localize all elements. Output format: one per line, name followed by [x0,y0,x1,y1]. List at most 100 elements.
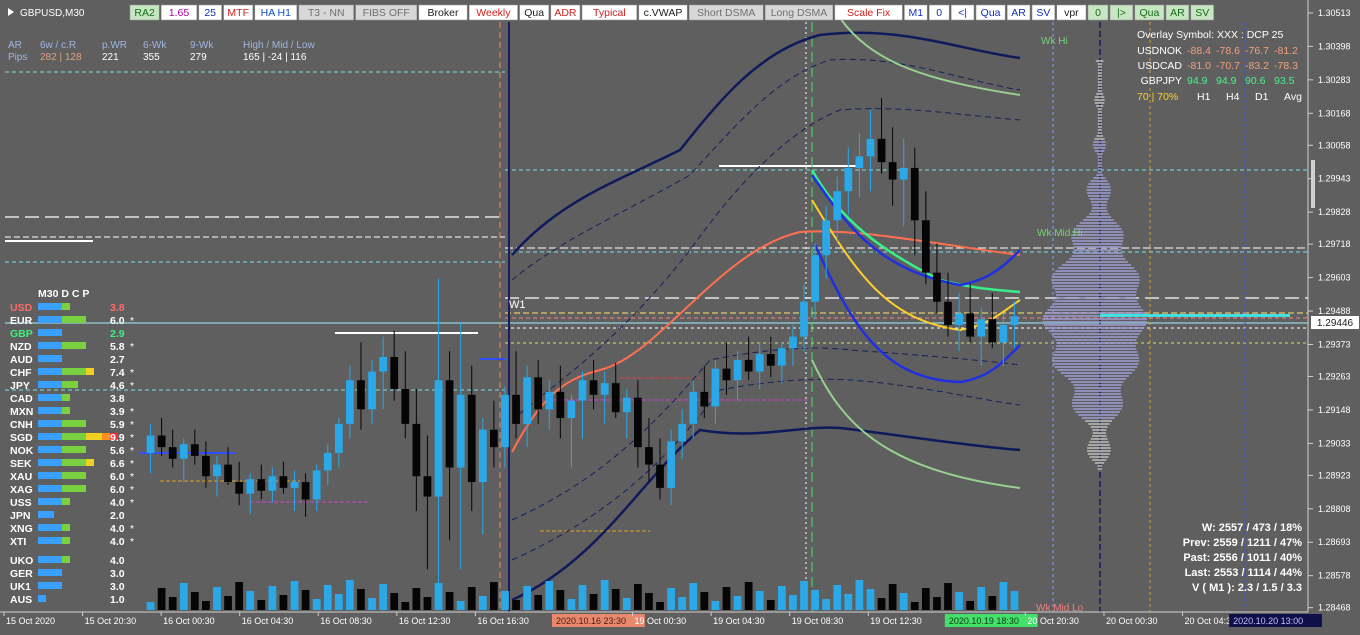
candle-body [179,444,188,459]
candle-body [290,482,299,488]
candle-body [888,162,897,180]
chart-canvas[interactable]: 1.30513 1.30398 1.30283 1.30168 1.30058 1.299… [0,0,1360,635]
volume-profile-bar [1073,246,1122,248]
price-tick-label: 1.29488 [1318,306,1351,316]
price-tick-label: 1.28693 [1318,537,1351,547]
toolbar-button-label[interactable]: 0 [1095,7,1101,19]
volume-profile-bar [1094,462,1105,464]
strength-bar-segment [46,569,54,576]
volume-profile-bar [1090,438,1108,440]
candle-body [501,394,509,448]
volume-profile-bar [1096,93,1104,95]
volume-profile-bar [1089,456,1109,458]
currency-value: 2.7 [110,354,125,366]
toolbar-button-label[interactable]: SV [1036,7,1050,19]
candle-body [777,348,786,366]
volume-bar [877,598,886,610]
toolbar-button-label[interactable]: AR [1011,7,1026,19]
toolbar-button-label[interactable]: 1.65 [169,7,190,19]
volume-bar [523,586,531,610]
symbol-title: GBPUSD,M30 [8,8,85,19]
strength-bar-segment [46,556,54,563]
toolbar-button-label[interactable]: Qua [981,7,1001,19]
candle-body [534,377,543,410]
toolbar-button-label[interactable]: T3 - NN [308,7,345,19]
volume-bar [556,590,565,610]
currency-code: JPN [10,510,30,522]
toolbar-button-label[interactable]: 0 [936,7,942,19]
currency-code: MXN [10,406,33,418]
strength-bar-segment [78,459,86,466]
toolbar-button-label[interactable]: Qua [524,7,544,19]
time-tick-label: 16 Oct 08:30 [320,616,372,626]
volume-profile-bar [1052,273,1139,275]
volume-bar [279,595,288,610]
strength-bar-segment [46,342,54,349]
volume-profile-bar [1072,243,1123,245]
strength-bar-segment [54,433,62,440]
volume-bar [999,582,1008,610]
strength-bar-segment [78,420,86,427]
strength-bar-segment [46,381,54,388]
volume-profile-bar [1087,444,1110,446]
price-scrollbar[interactable] [1311,160,1315,208]
toolbar-button-label[interactable]: Scale Fix [847,7,891,19]
toolbar-button-label[interactable]: AR [1170,7,1185,19]
toolbar-button-label[interactable]: RA2 [134,7,155,19]
toolbar-button-label[interactable]: 25 [204,7,216,19]
volume-bar [323,585,332,610]
volume-profile-bar [1060,372,1133,374]
currency-code: UKO [10,555,33,567]
candle-body [279,476,288,488]
volume-bar [224,596,232,610]
candle-body [977,319,986,337]
strength-bar-segment [38,524,46,531]
volume-profile-bar [1094,150,1105,152]
current-price-label: 1.29446 [1317,318,1354,329]
stats-value: 355 [143,52,160,63]
toolbar-button-label[interactable]: <| [958,7,967,19]
volume-profile-bar [1071,240,1123,242]
volume-bar [833,585,842,610]
toolbar-button-label[interactable]: Long DSMA [771,7,828,19]
price-tick-label: 1.29148 [1318,405,1351,415]
toolbar-button-label[interactable]: FIBS OFF [363,7,410,19]
toolbar-button-label[interactable]: c.VWAP [644,7,683,19]
currency-value: 3.0 [110,581,125,593]
candle-body [678,423,687,442]
currency-code: EUR [10,315,33,327]
volume-profile-bar [1072,399,1123,401]
toolbar-button-label[interactable]: M1 [909,7,924,19]
volume-profile-bar [1095,60,1104,62]
stats-value: 279 [190,52,207,63]
candle-body [899,167,908,180]
toolbar-button-label[interactable]: HA H1 [261,7,292,19]
symbol-title-text: GBPUSD,M30 [20,8,85,19]
toolbar-button-label[interactable]: |> [1117,7,1126,19]
volume-profile-bar [1097,129,1102,131]
summary-line: Last: 2553 / 1114 / 44% [1185,567,1303,579]
currency-code: USD [10,302,33,314]
volume-bar [933,597,941,610]
wk-mid-hi-label: Wk Mid Hi [1037,228,1083,239]
w1-label: W1 [509,299,526,311]
toolbar-button-label[interactable]: vpr [1064,7,1079,19]
volume-profile-bar [1097,75,1102,77]
volume-bar [534,595,543,610]
volume-profile-bar [1094,96,1105,98]
toolbar-button-label[interactable]: Qua [1139,7,1159,19]
poc-bar [1100,314,1290,317]
toolbar-button-label[interactable]: SV [1195,7,1209,19]
toolbar-button-label[interactable]: ADR [554,7,577,19]
candle-body [722,368,731,381]
toolbar-button-label[interactable]: MTF [227,7,249,19]
overlay-title: Overlay Symbol: XXX : DCP 25 [1137,29,1283,41]
candle-body [600,383,609,395]
toolbar-button-label[interactable]: Weekly [476,7,511,19]
volume-bar [501,591,509,610]
toolbar-button-label[interactable]: Broker [428,7,459,19]
toolbar-button-label[interactable]: Typical [593,7,626,19]
toolbar-button-label[interactable]: Short DSMA [697,7,755,19]
candle-body [146,435,155,453]
volume-profile-bar [1092,429,1107,431]
